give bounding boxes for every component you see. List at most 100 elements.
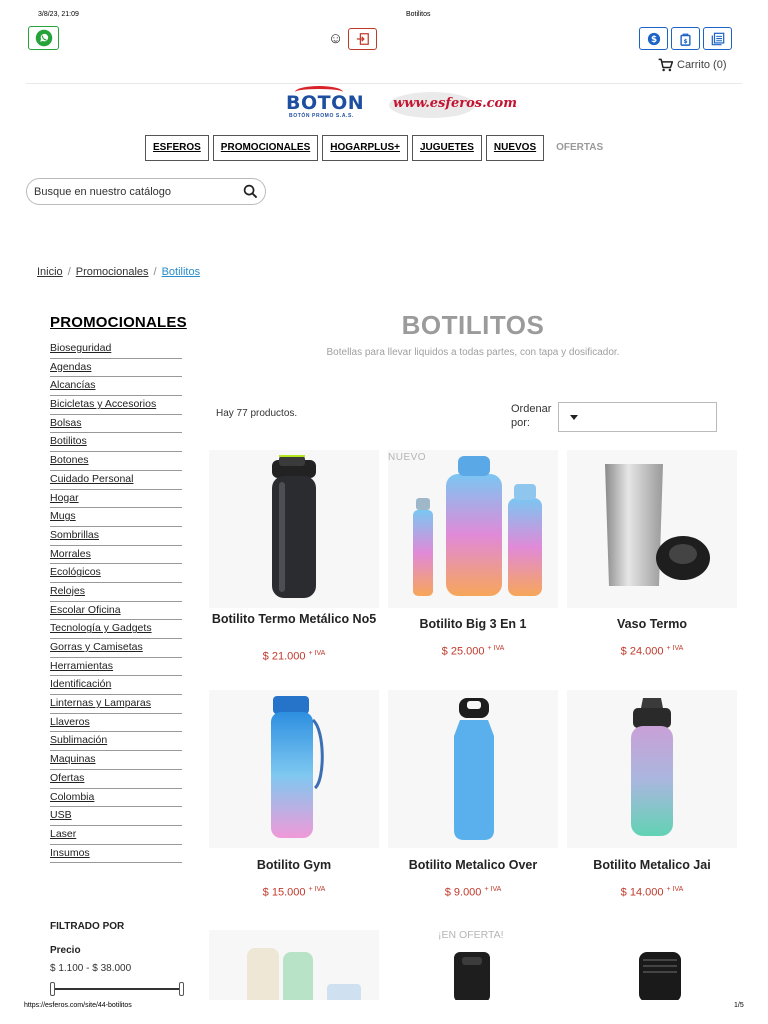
product-price: $ 24.000 + IVA xyxy=(620,645,684,658)
sidebar-item[interactable]: Llaveros xyxy=(50,714,182,733)
sidebar-item[interactable]: Bioseguridad xyxy=(50,340,182,359)
price-slider-max-handle[interactable] xyxy=(179,982,184,996)
product-image[interactable] xyxy=(567,450,737,608)
sidebar-item[interactable]: Ofertas xyxy=(50,770,182,789)
breadcrumb: Inicio / Promocionales / Botilitos xyxy=(37,266,200,278)
search-box xyxy=(26,178,266,205)
sidebar-item[interactable]: Mugs xyxy=(50,508,182,527)
sidebar-item[interactable]: USB xyxy=(50,807,182,826)
filter-title: FILTRADO POR xyxy=(50,921,125,932)
product-name[interactable]: Vaso Termo xyxy=(567,617,737,632)
sidebar-item[interactable]: Botilitos xyxy=(50,433,182,453)
sidebar-item[interactable]: Hogar xyxy=(50,490,182,509)
product-image[interactable] xyxy=(209,450,379,608)
sidebar-item[interactable]: Alcancías xyxy=(50,377,182,397)
sidebar-item[interactable]: Morrales xyxy=(50,546,182,565)
product-count: Hay 77 productos. xyxy=(216,408,298,419)
search-input[interactable] xyxy=(34,184,234,200)
product-image[interactable] xyxy=(388,948,558,1000)
category-heading: BOTILITOS xyxy=(401,310,545,340)
sidebar-item[interactable]: Botones xyxy=(50,452,182,471)
sidebar-item[interactable]: Gorras y Camisetas xyxy=(50,639,182,658)
sidebar-item[interactable]: Bicicletas y Accesorios xyxy=(50,396,182,415)
product-card[interactable] xyxy=(209,930,379,1000)
price-slider[interactable] xyxy=(50,982,185,996)
print-date: 3/8/23, 21:09 xyxy=(38,11,79,18)
nav-ofertas[interactable]: OFERTAS xyxy=(548,135,612,161)
sidebar-item[interactable]: Sombrillas xyxy=(50,527,182,546)
breadcrumb-current[interactable]: Botilitos xyxy=(162,266,201,278)
sidebar-item[interactable]: Insumos xyxy=(50,845,182,864)
sort-label: Ordenar por: xyxy=(511,403,552,429)
svg-text:$: $ xyxy=(650,35,656,45)
product-price: $ 21.000 + IVA xyxy=(262,650,326,663)
dollar-icon: $ xyxy=(647,32,660,45)
product-price: $ 14.000 + IVA xyxy=(620,886,684,899)
price-slider-min-handle[interactable] xyxy=(50,982,55,996)
cart-link[interactable]: Carrito (0) xyxy=(658,58,727,72)
boton-logo[interactable]: BOTON BOTÓN PROMO S.A.S. xyxy=(285,86,364,122)
header-divider xyxy=(26,83,742,84)
sidebar-item[interactable]: Sublimación xyxy=(50,732,182,752)
category-list: Bioseguridad Agendas Alcancías Bicicleta… xyxy=(50,340,182,864)
logo-esferos-word: www.esferos.com xyxy=(393,96,517,111)
catalog-button[interactable] xyxy=(703,27,732,50)
print-url: https://esferos.com/site/44-botilitos xyxy=(24,1002,132,1009)
esferos-logo[interactable]: www.esferos.com xyxy=(389,92,517,118)
product-image[interactable] xyxy=(209,930,379,1000)
nav-juguetes[interactable]: JUGUETES xyxy=(411,135,482,161)
breadcrumb-separator: / xyxy=(67,266,71,278)
nav-promocionales[interactable]: PROMOCIONALES xyxy=(212,135,319,161)
cart-icon xyxy=(658,58,673,72)
product-price: $ 9.000 + IVA xyxy=(444,886,502,899)
sidebar-item[interactable]: Linternas y Lamparas xyxy=(50,695,182,714)
prices-button[interactable]: $ xyxy=(639,27,668,50)
product-image[interactable] xyxy=(567,690,737,848)
product-image[interactable] xyxy=(567,930,737,1000)
sidebar-item[interactable]: Ecológicos xyxy=(50,564,182,583)
breadcrumb-home[interactable]: Inicio xyxy=(37,266,63,278)
product-image[interactable] xyxy=(209,690,379,848)
sidebar-item[interactable]: Herramientas xyxy=(50,658,182,677)
nav-esferos[interactable]: ESFEROS xyxy=(145,135,209,161)
whatsapp-button[interactable] xyxy=(28,26,59,50)
category-description: Botellas para llevar liquidos a todas pa… xyxy=(326,347,620,358)
product-card[interactable] xyxy=(567,930,737,1000)
login-button[interactable] xyxy=(348,28,377,50)
caret-down-icon xyxy=(570,415,578,420)
catalog-icon xyxy=(711,32,724,45)
sort-select[interactable] xyxy=(558,402,717,432)
nav-nuevos[interactable]: NUEVOS xyxy=(485,135,545,161)
print-title: Botilitos xyxy=(406,11,431,18)
sidebar-item[interactable]: Identificación xyxy=(50,676,182,696)
sidebar-item[interactable]: Agendas xyxy=(50,359,182,378)
sidebar-item[interactable]: Relojes xyxy=(50,583,182,602)
sidebar-item[interactable]: Colombia xyxy=(50,789,182,808)
bag-button[interactable]: $ xyxy=(671,27,700,50)
sidebar-title[interactable]: PROMOCIONALES xyxy=(50,314,187,331)
smile-icon: ☺ xyxy=(328,30,344,47)
sidebar-item[interactable]: Maquinas xyxy=(50,751,182,770)
breadcrumb-separator: / xyxy=(153,266,157,278)
sidebar-item[interactable]: Tecnología y Gadgets xyxy=(50,620,182,639)
product-image[interactable] xyxy=(388,690,558,848)
product-name[interactable]: Botilito Metalico Jai xyxy=(567,858,737,873)
nav-hogarplus[interactable]: HOGARPLUS+ xyxy=(322,135,408,161)
sidebar-item[interactable]: Bolsas xyxy=(50,415,182,434)
main-nav: ESFEROS PROMOCIONALES HOGARPLUS+ JUGUETE… xyxy=(145,135,612,161)
svg-text:$: $ xyxy=(683,37,687,44)
sidebar-item[interactable]: Cuidado Personal xyxy=(50,471,182,490)
search-icon[interactable] xyxy=(243,184,258,199)
product-image[interactable] xyxy=(388,450,558,608)
print-header: 3/8/23, 21:09 Botilitos xyxy=(0,11,768,21)
sale-badge: ¡EN OFERTA! xyxy=(438,929,504,941)
sidebar-item[interactable]: Laser xyxy=(50,826,182,845)
sidebar-item[interactable]: Escolar Oficina xyxy=(50,602,182,621)
product-name[interactable]: Botilito Termo Metálico No5 xyxy=(209,612,379,627)
product-name[interactable]: Botilito Big 3 En 1 xyxy=(388,617,558,632)
product-name[interactable]: Botilito Gym xyxy=(209,858,379,873)
breadcrumb-parent[interactable]: Promocionales xyxy=(76,266,149,278)
product-price: $ 25.000 + IVA xyxy=(441,645,505,658)
product-card[interactable] xyxy=(388,948,558,1000)
product-name[interactable]: Botilito Metalico Over xyxy=(388,858,558,873)
